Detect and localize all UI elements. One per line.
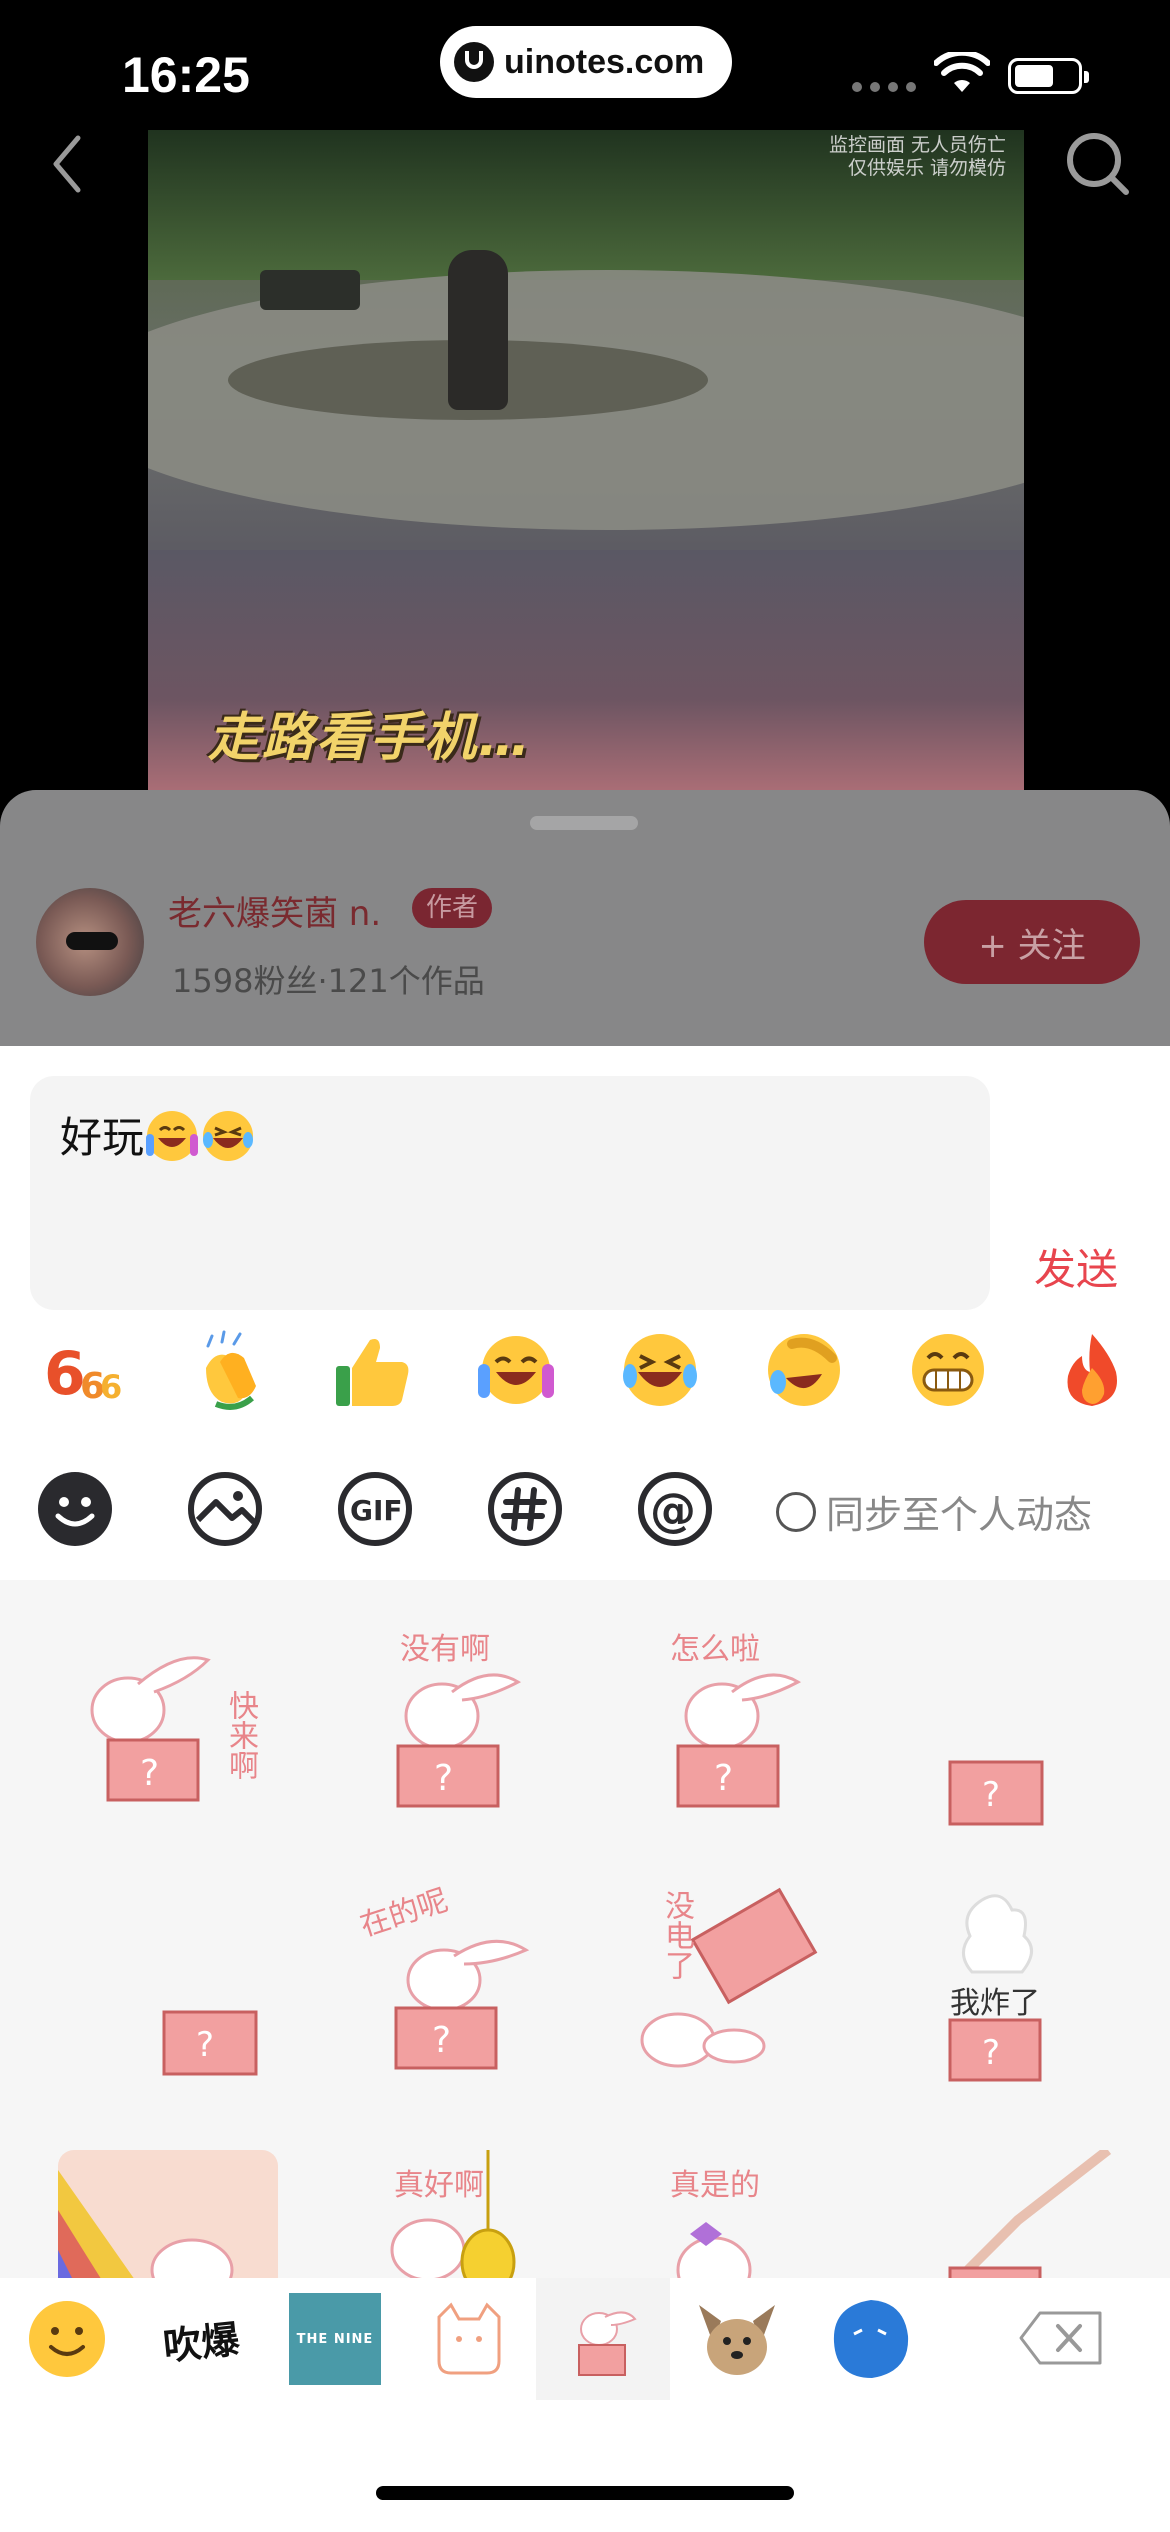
sticker-item[interactable]: ? 快来啊: [58, 1620, 278, 1840]
home-indicator[interactable]: [376, 2486, 794, 2500]
bunny-sticker-icon: [640, 1887, 818, 2068]
grin-emoji-icon[interactable]: [906, 1328, 990, 1412]
rainbow-sticker-icon: [58, 2170, 234, 2280]
author-badge: 作者: [412, 888, 493, 928]
tab-chuibao[interactable]: 吹爆: [134, 2278, 268, 2400]
hashtag-icon[interactable]: [486, 1470, 564, 1548]
svg-text:?: ?: [432, 2020, 451, 2061]
tool-row: GIF @ 同步至个人动态: [0, 1470, 1170, 1560]
url-text: uinotes.com: [504, 42, 705, 81]
grin-sweat-emoji-icon: [146, 1111, 199, 1161]
laugh-tears-emoji-icon: [203, 1111, 254, 1161]
svg-text:?: ?: [140, 1753, 159, 1794]
wifi-icon: [934, 52, 990, 92]
svg-text:6: 6: [100, 1368, 122, 1406]
sticker-item[interactable]: [898, 2146, 1118, 2280]
tab-the-nine-label: THE NINE: [296, 2331, 374, 2347]
tab-the-nine[interactable]: THE NINE: [268, 2278, 402, 2400]
cheer-emoji-icon[interactable]: [474, 1328, 558, 1412]
sticker-item[interactable]: 真是的: [618, 2150, 838, 2280]
video-caption: 走路看手机…: [208, 708, 533, 768]
hand-box-sticker-icon: [948, 2146, 1112, 2280]
sticker-caption: 没有啊: [400, 1632, 490, 1667]
sticker-item[interactable]: ? 我炸了: [898, 1880, 1118, 2100]
sticker-item[interactable]: 真好啊: [338, 2150, 558, 2280]
sticker-item[interactable]: ? 没有啊: [338, 1620, 558, 1840]
follow-label: + 关注: [978, 925, 1086, 966]
svg-text:?: ?: [434, 1758, 453, 1799]
send-button[interactable]: 发送: [1034, 1236, 1118, 1297]
sticker-item[interactable]: ?: [898, 1620, 1118, 1840]
video-player[interactable]: 监控画面 无人员伤亡 仅供娱乐 请勿模仿 走路看手机…: [148, 130, 1024, 802]
url-pill[interactable]: uinotes.com: [440, 26, 732, 98]
smile-tab-icon: [29, 2301, 105, 2377]
bunny-tab-icon: [578, 2311, 637, 2376]
comment-panel: 好玩 发送 6 6 6 GIF @ 同步至个人动态: [0, 1046, 1170, 1580]
sync-checkbox[interactable]: [776, 1491, 816, 1532]
dog-tab-icon: [699, 2305, 775, 2375]
laugh-tears-emoji-icon[interactable]: [618, 1328, 702, 1412]
thumbs-up-emoji-icon[interactable]: [330, 1328, 414, 1412]
sync-toggle[interactable]: 同步至个人动态: [776, 1484, 1092, 1539]
sticker-item[interactable]: [58, 2150, 278, 2280]
comment-text: 好玩: [60, 1113, 145, 1162]
the-nine-logo: THE NINE: [289, 2293, 381, 2385]
site-logo-icon: [454, 42, 494, 82]
sticker-caption: 没电了: [659, 1890, 694, 1980]
tab-bunny[interactable]: [536, 2278, 670, 2400]
blue-blob-tab-icon: [833, 2300, 909, 2378]
svg-text:?: ?: [196, 2025, 214, 2065]
svg-text:@: @: [650, 1483, 696, 1537]
box-sticker-icon: ?: [162, 2010, 258, 2076]
sticker-caption: 怎么啦: [670, 1632, 760, 1667]
rolling-laugh-emoji-icon[interactable]: [762, 1328, 846, 1412]
author-card: 老六爆笑菌 n. 作者 1598粉丝·121个作品 + 关注: [0, 790, 1170, 1050]
cellular-signal-icon: [852, 82, 916, 92]
at-icon[interactable]: @: [636, 1470, 714, 1548]
svg-text:?: ?: [982, 1775, 1000, 1815]
sticker-item[interactable]: ?: [58, 1880, 278, 2100]
drag-handle[interactable]: [530, 816, 638, 830]
sticker-caption: 真是的: [670, 2168, 760, 2203]
search-icon[interactable]: [1062, 128, 1132, 198]
666-emoji-icon[interactable]: 6 6 6: [42, 1328, 126, 1412]
box-sticker-icon: ?: [948, 1760, 1044, 1826]
backspace-icon[interactable]: [1018, 2310, 1104, 2366]
sticker-grid: ? 快来啊 ? 没有啊 ? 怎么啦 ? ? ? 在的呢 没电了 ? 我炸了 真好…: [0, 1580, 1170, 2280]
follow-button[interactable]: + 关注: [924, 900, 1140, 984]
author-name[interactable]: 老六爆笑菌 n.: [168, 886, 381, 935]
clap-emoji-icon[interactable]: [186, 1328, 270, 1412]
tab-blob[interactable]: [804, 2278, 938, 2400]
comment-input[interactable]: 好玩: [30, 1076, 990, 1310]
author-stats: 1598粉丝·121个作品: [172, 962, 485, 1000]
avatar[interactable]: [36, 888, 144, 996]
keyboard-bottom-area: [0, 2402, 1170, 2532]
sticker-item[interactable]: ? 在的呢: [338, 1880, 558, 2100]
sticker-item[interactable]: ? 怎么啦: [618, 1620, 838, 1840]
sticker-tab-bar: 吹爆 THE NINE: [0, 2278, 1170, 2402]
tab-dog[interactable]: [670, 2278, 804, 2400]
sticker-item[interactable]: 没电了: [618, 1880, 838, 2100]
smile-icon[interactable]: [36, 1470, 114, 1548]
status-time: 16:25: [122, 47, 250, 103]
image-icon[interactable]: [186, 1470, 264, 1548]
quick-emoji-row: 6 6 6: [0, 1328, 1170, 1438]
gif-icon[interactable]: GIF: [336, 1470, 414, 1548]
svg-text:?: ?: [714, 1758, 733, 1799]
battery-icon: [1008, 58, 1089, 94]
sticker-caption: 快来啊: [223, 1690, 258, 1780]
video-watermark: 监控画面 无人员伤亡 仅供娱乐 请勿模仿: [828, 134, 1006, 179]
chevron-left-icon[interactable]: [40, 132, 96, 196]
tab-smile[interactable]: [0, 2278, 134, 2400]
svg-text:?: ?: [982, 2033, 1000, 2073]
tab-chuibao-label: 吹爆: [161, 2315, 242, 2369]
tab-cat[interactable]: [402, 2278, 536, 2400]
cat-tab-icon: [437, 2302, 501, 2375]
sticker-caption: 真好啊: [394, 2168, 484, 2203]
svg-text:GIF: GIF: [350, 1494, 403, 1527]
sync-label: 同步至个人动态: [826, 1493, 1093, 1537]
fire-emoji-icon[interactable]: [1050, 1328, 1134, 1412]
sticker-caption: 我炸了: [950, 1986, 1040, 2021]
